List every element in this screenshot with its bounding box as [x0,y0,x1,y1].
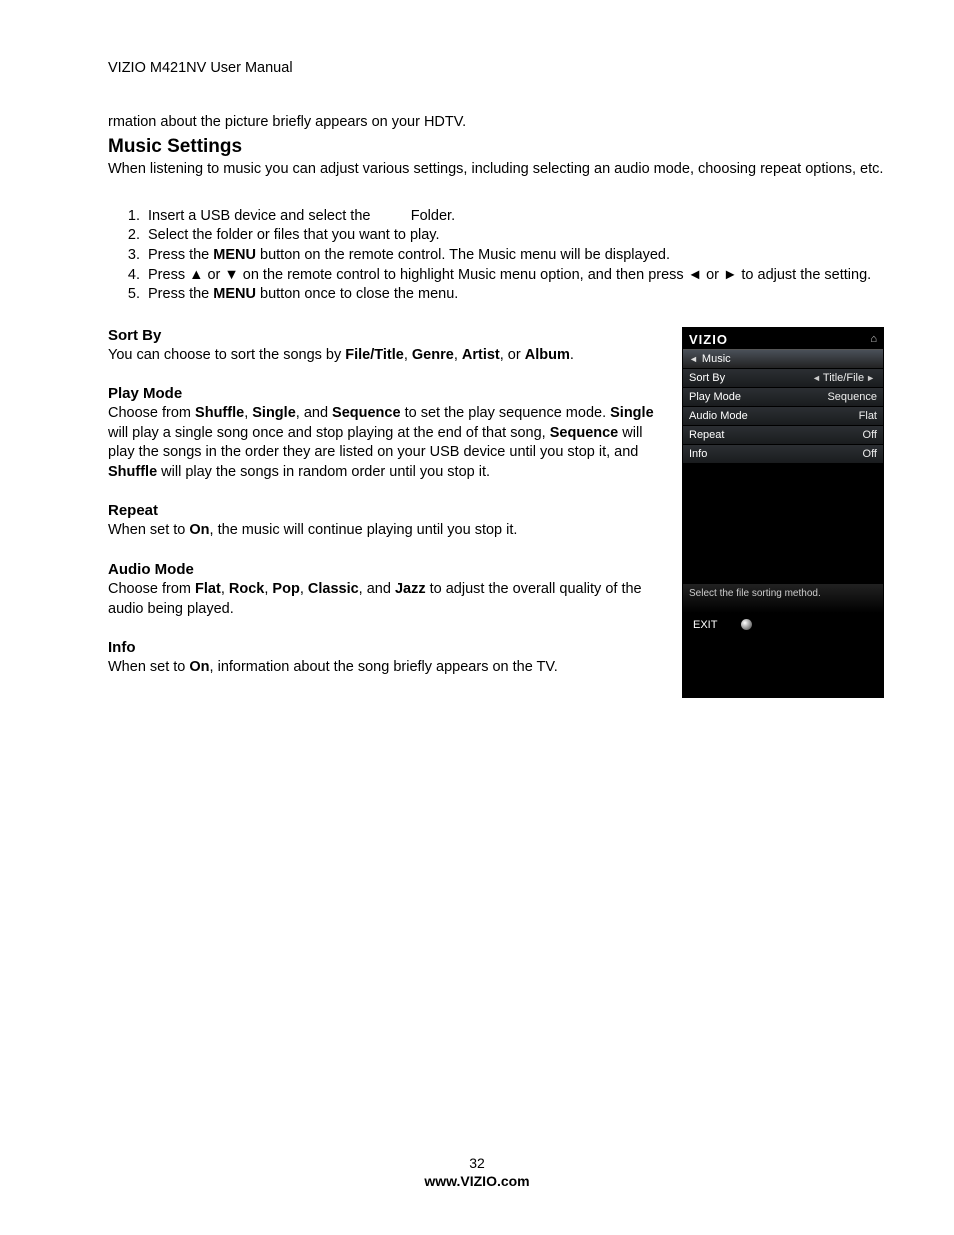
page-footer: 32 www.VIZIO.com [0,1155,954,1189]
back-arrow-icon: ◄ [689,354,698,364]
text-column: Sort By You can choose to sort the songs… [108,327,662,698]
footer-url: www.VIZIO.com [0,1173,954,1189]
osd-breadcrumb: ◄Music [683,349,883,369]
info-text: When set to On, information about the so… [108,658,662,678]
page-header: VIZIO M421NV User Manual [108,60,884,76]
step-4: Press ▲ or ▼ on the remote control to hi… [144,266,884,286]
osd-empty-area [683,464,883,584]
audiomode-heading: Audio Mode [108,561,662,578]
osd-screenshot: VIZIO ⌂ ◄Music Sort By◄Title/File► Play … [682,327,884,698]
info-heading: Info [108,639,662,656]
sortby-heading: Sort By [108,327,662,344]
right-arrow-icon: ► [864,373,877,383]
step-1: Insert a USB device and select the Folde… [144,207,884,227]
playmode-heading: Play Mode [108,385,662,402]
osd-row-sortby: Sort By◄Title/File► [683,369,883,388]
vizio-button-icon [741,619,752,630]
osd-row-audiomode: Audio ModeFlat [683,407,883,426]
sortby-text: You can choose to sort the songs by File… [108,346,662,366]
step-2: Select the folder or files that you want… [144,226,884,246]
intro-paragraph: When listening to music you can adjust v… [108,160,884,179]
osd-row-repeat: RepeatOff [683,426,883,445]
step-3: Press the MENU button on the remote cont… [144,246,884,266]
steps-list: Insert a USB device and select the Folde… [108,207,884,305]
step-5: Press the MENU button once to close the … [144,285,884,305]
osd-footer: EXIT [683,613,883,637]
repeat-heading: Repeat [108,502,662,519]
fragment-text: rmation about the picture briefly appear… [108,114,884,130]
page-number: 32 [0,1155,954,1171]
repeat-text: When set to On, the music will continue … [108,521,662,541]
osd-row-playmode: Play ModeSequence [683,388,883,407]
audiomode-text: Choose from Flat, Rock, Pop, Classic, an… [108,580,662,619]
osd-row-info: InfoOff [683,445,883,464]
osd-rows: Sort By◄Title/File► Play ModeSequence Au… [683,369,883,464]
osd-help-text: Select the file sorting method. [683,584,883,613]
osd-logo: VIZIO [689,332,728,347]
osd-exit-label: EXIT [693,619,717,631]
left-arrow-icon: ◄ [810,373,823,383]
playmode-text: Choose from Shuffle, Single, and Sequenc… [108,404,662,482]
section-heading: Music Settings [108,136,884,158]
home-icon: ⌂ [870,333,877,345]
